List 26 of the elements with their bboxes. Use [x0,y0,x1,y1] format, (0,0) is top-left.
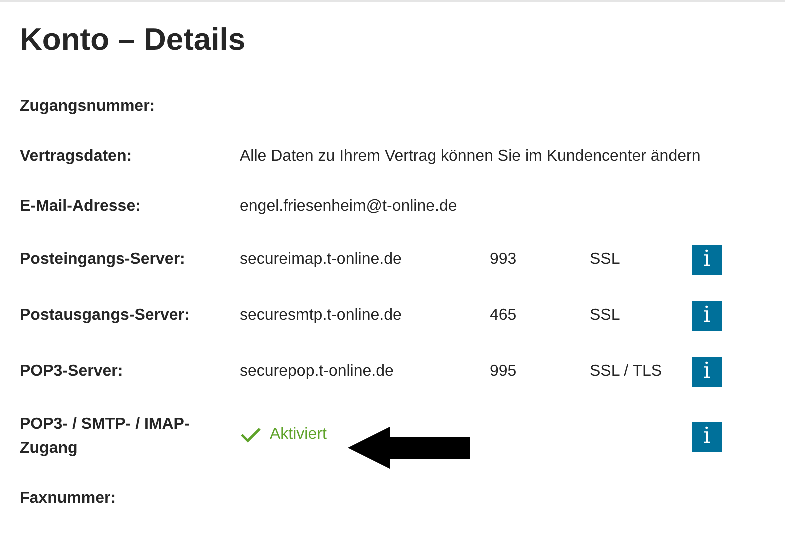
field-label: Vertragsdaten: [20,148,132,165]
security-type: SSL [590,251,620,268]
status-text: Aktiviert [240,423,327,447]
port-number: 993 [490,251,517,268]
field-value: engel.friesenheim@t-online.de [240,198,458,215]
field-value: secureimap.t-online.de [240,251,402,268]
info-button[interactable]: i [692,301,722,331]
check-icon [240,427,262,443]
port-number: 465 [490,307,517,324]
info-button[interactable]: i [692,422,722,452]
field-label: POP3- / SMTP- / IMAP-Zugang [20,416,190,457]
field-label: POP3-Server: [20,363,124,380]
field-label: Posteingangs-Server: [20,251,186,268]
field-value: securesmtp.t-online.de [240,307,402,324]
field-label: Zugangsnummer: [20,98,156,115]
info-button[interactable]: i [692,357,722,387]
field-label: Postausgangs-Server: [20,307,190,324]
field-label: E-Mail-Adresse: [20,198,141,215]
field-value: securepop.t-online.de [240,363,394,380]
page-title: Konto – Details [20,21,246,59]
security-type: SSL [590,307,620,324]
port-number: 995 [490,363,517,380]
field-label: Faxnummer: [20,490,116,507]
security-type: SSL / TLS [590,363,662,380]
field-value: Alle Daten zu Ihrem Vertrag können Sie im Kundencenter ändern [240,148,701,165]
info-button[interactable]: i [692,245,722,275]
